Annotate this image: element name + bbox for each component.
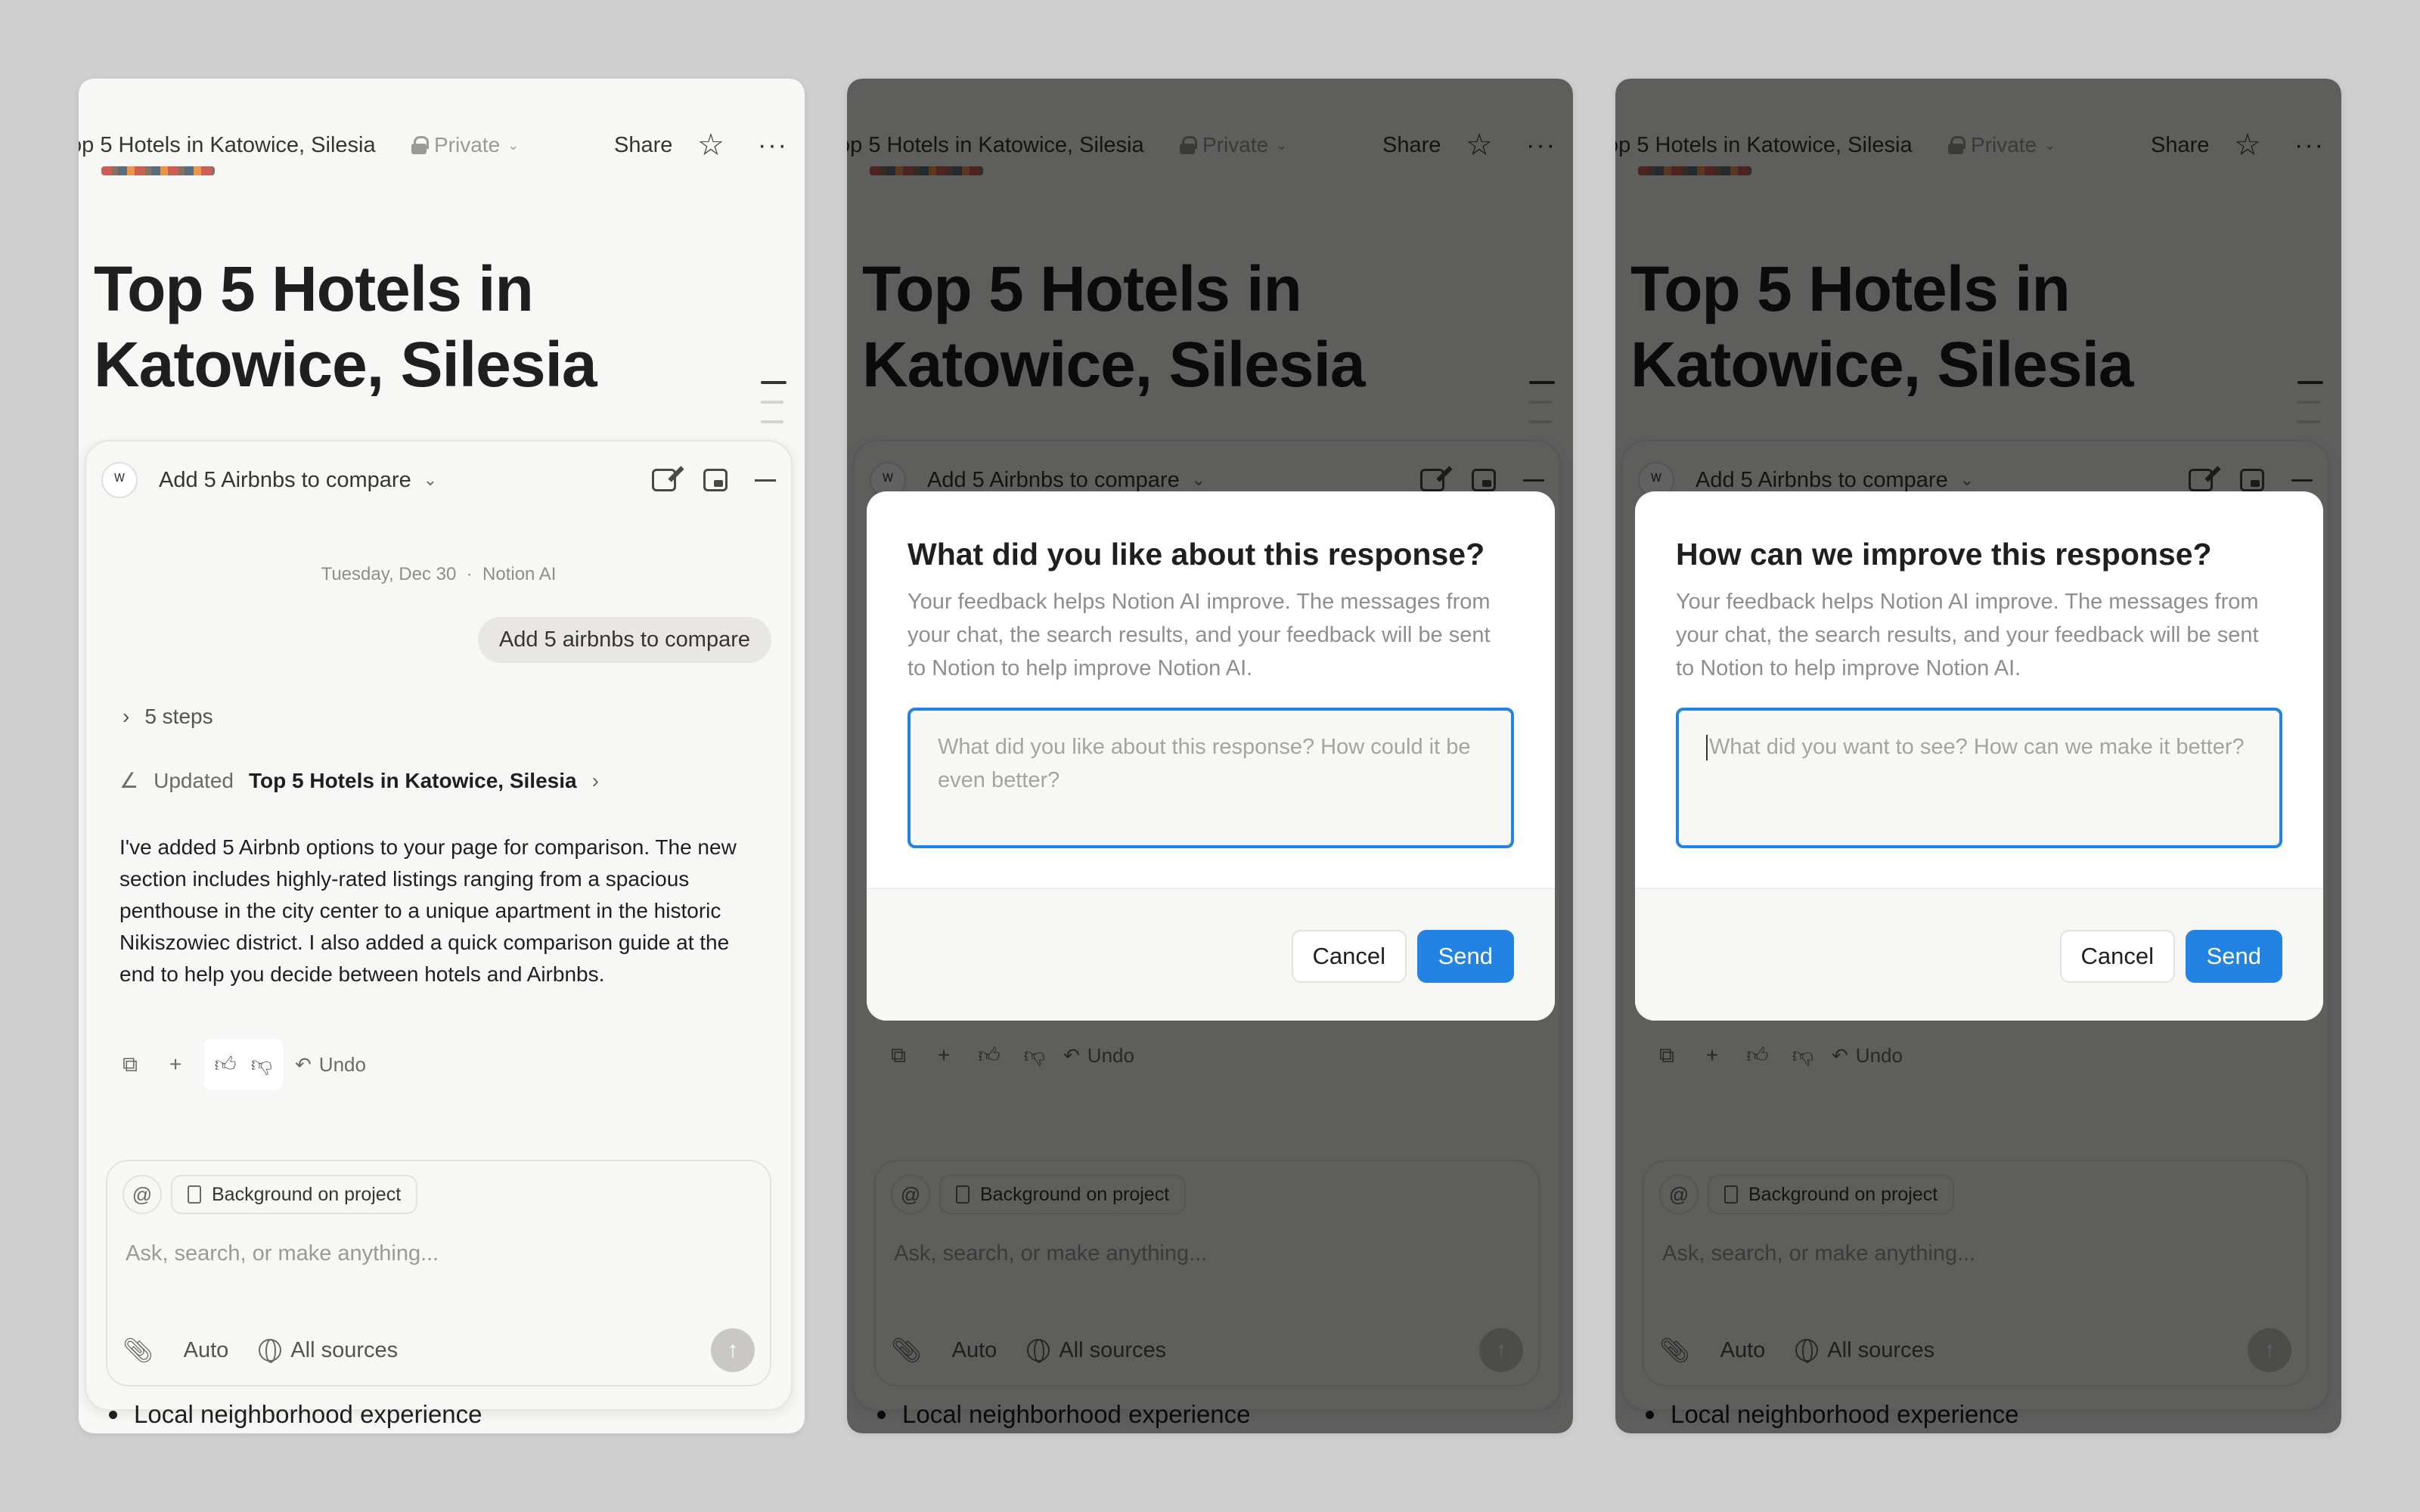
- ai-chat-header: ᵂ Add 5 Airbnbs to compare ⌄: [101, 461, 776, 499]
- panel-default: op 5 Hotels in Katowice, Silesia Private…: [79, 79, 805, 1433]
- page-breadcrumb[interactable]: op 5 Hotels in Katowice, Silesia: [79, 133, 376, 158]
- globe-icon: [259, 1339, 282, 1363]
- lock-icon: [411, 136, 429, 154]
- chevron-right-icon: ›: [591, 768, 599, 792]
- context-chip[interactable]: Background on project: [171, 1175, 418, 1214]
- steps-toggle[interactable]: › 5 steps: [123, 705, 213, 729]
- send-button[interactable]: Send: [2185, 930, 2282, 983]
- document-icon: [188, 1185, 201, 1204]
- favorite-star-icon[interactable]: ☆: [697, 130, 724, 160]
- chevron-down-icon: ⌄: [507, 137, 520, 153]
- share-button[interactable]: Share: [614, 133, 672, 158]
- ai-chat-panel: ᵂ Add 5 Airbnbs to compare ⌄ Tuesday, De…: [85, 440, 793, 1411]
- dialog-footer: Cancel Send: [1635, 888, 2323, 1021]
- privacy-dropdown[interactable]: Private ⌄: [411, 133, 519, 157]
- dialog-title: What did you like about this response?: [908, 537, 1485, 572]
- privacy-label: Private: [434, 133, 501, 156]
- cancel-button[interactable]: Cancel: [2059, 930, 2175, 983]
- add-icon[interactable]: +: [159, 1048, 192, 1081]
- chevron-right-icon: ›: [123, 705, 130, 728]
- ai-response-text: I've added 5 Airbnb options to your page…: [119, 835, 737, 986]
- undo-button[interactable]: ↶Undo: [295, 1053, 366, 1077]
- response-actions: ⧉ + 👍︎ 👎︎ ↶ Undo: [113, 1039, 366, 1090]
- notion-ai-logo-icon: ᵂ: [101, 462, 138, 498]
- dialog-description: Your feedback helps Notion AI improve. T…: [908, 590, 1491, 680]
- text-caret: [1706, 735, 1708, 761]
- sources-selector[interactable]: All sources: [259, 1338, 398, 1363]
- feedback-dialog-positive: What did you like about this response? Y…: [867, 491, 1555, 1021]
- copy-icon[interactable]: ⧉: [113, 1048, 147, 1081]
- updated-page-link[interactable]: ∠ Updated Top 5 Hotels in Katowice, Silesi…: [119, 768, 599, 793]
- undo-icon: ↶: [295, 1052, 312, 1076]
- float-window-icon[interactable]: [703, 469, 728, 491]
- thumbs-highlight: 👍︎ 👎︎: [204, 1039, 283, 1090]
- dialog-footer: Cancel Send: [867, 888, 1555, 1021]
- mention-icon[interactable]: @: [123, 1175, 162, 1214]
- chevron-down-icon[interactable]: ⌄: [424, 470, 437, 490]
- feedback-dialog-negative: How can we improve this response? Your f…: [1635, 491, 2323, 1021]
- thumbs-down-icon[interactable]: 👎︎: [245, 1048, 278, 1081]
- more-options-icon[interactable]: ···: [758, 132, 788, 158]
- table-of-contents[interactable]: [761, 381, 786, 440]
- send-message-button[interactable]: ↑: [711, 1328, 755, 1372]
- feedback-textarea[interactable]: What did you want to see? How can we mak…: [1676, 708, 2282, 848]
- edit-pencil-icon: ∠: [119, 769, 139, 792]
- new-chat-icon[interactable]: [652, 469, 676, 491]
- minimize-icon[interactable]: [755, 479, 776, 482]
- mode-selector[interactable]: Auto: [184, 1338, 229, 1363]
- dialog-description: Your feedback helps Notion AI improve. T…: [1676, 590, 2259, 680]
- attach-icon[interactable]: 📎︎: [123, 1336, 154, 1365]
- topbar: op 5 Hotels in Katowice, Silesia Private…: [79, 124, 805, 166]
- chat-composer: @ Background on project Ask, search, or …: [106, 1160, 771, 1387]
- panel-positive-feedback: op 5 Hotels in Katowice, Silesia Private…: [847, 79, 1573, 1433]
- chat-title[interactable]: Add 5 Airbnbs to compare: [159, 468, 411, 493]
- send-button[interactable]: Send: [1416, 930, 1514, 983]
- user-message-bubble: Add 5 airbnbs to compare: [477, 617, 771, 663]
- feedback-textarea[interactable]: What did you like about this response? H…: [908, 708, 1514, 848]
- chat-date-line: Tuesday, Dec 30 · Notion AI: [321, 564, 557, 584]
- dialog-title: How can we improve this response?: [1676, 537, 2212, 572]
- chat-input[interactable]: Ask, search, or make anything...: [126, 1241, 439, 1266]
- page-title: Top 5 Hotels in Katowice, Silesia: [94, 253, 597, 400]
- page-bullet-item: Local neighborhood experience: [109, 1400, 482, 1429]
- cancel-button[interactable]: Cancel: [1291, 930, 1407, 983]
- thumbs-up-icon[interactable]: 👍︎: [209, 1048, 242, 1081]
- panel-negative-feedback: op 5 Hotels in Katowice, Silesia Private…: [1615, 79, 2341, 1433]
- page-icon-strip: [101, 166, 215, 175]
